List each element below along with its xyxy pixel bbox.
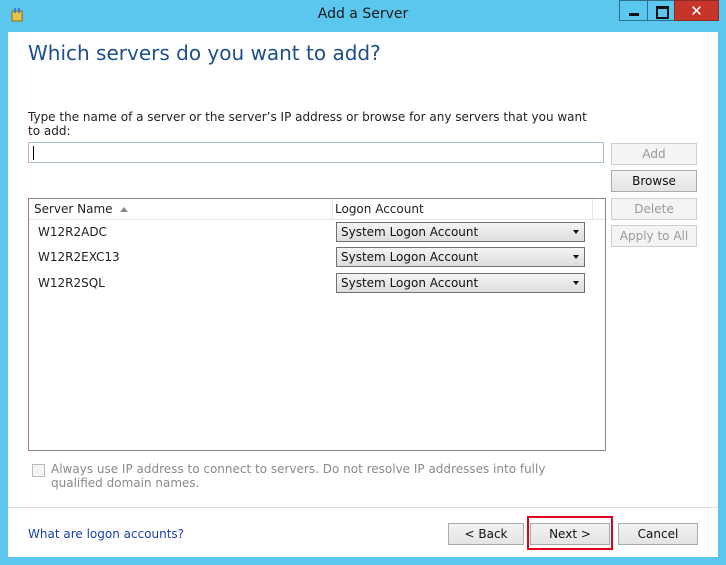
server-list[interactable]: Server Name Logon Account W12R2ADC Syste… [28, 198, 606, 451]
table-row[interactable]: W12R2EXC13 System Logon Account [29, 245, 605, 270]
logon-account-dropdown[interactable]: System Logon Account [336, 247, 585, 267]
maximize-icon [656, 6, 669, 19]
window-title: Add a Server [317, 6, 409, 22]
sort-ascending-icon [120, 207, 128, 212]
logon-accounts-help-link[interactable]: What are logon accounts? [28, 527, 184, 541]
server-name-cell: W12R2ADC [38, 225, 107, 239]
dropdown-value: System Logon Account [341, 250, 479, 264]
add-button[interactable]: Add [611, 143, 697, 165]
maximize-button[interactable] [647, 0, 674, 21]
logon-account-dropdown[interactable]: System Logon Account [336, 222, 585, 242]
table-row[interactable]: W12R2ADC System Logon Account [29, 220, 605, 245]
close-button[interactable]: ✕ [674, 0, 719, 21]
footer-divider [8, 507, 718, 508]
column-header-logon-account[interactable]: Logon Account [335, 202, 424, 216]
browse-button[interactable]: Browse [611, 170, 697, 192]
chevron-down-icon [573, 230, 579, 234]
always-use-ip-checkbox[interactable] [32, 464, 45, 477]
minimize-icon [629, 13, 639, 16]
next-button-highlight [527, 516, 613, 550]
column-divider [332, 199, 333, 219]
dropdown-value: System Logon Account [341, 276, 479, 290]
text-caret [33, 146, 34, 160]
chevron-down-icon [573, 281, 579, 285]
always-use-ip-label: Always use IP address to connect to serv… [51, 462, 546, 490]
column-divider [592, 199, 593, 219]
server-name-cell: W12R2EXC13 [38, 250, 120, 264]
back-button[interactable]: < Back [448, 523, 524, 545]
page-title: Which servers do you want to add? [28, 41, 381, 65]
table-row[interactable]: W12R2SQL System Logon Account [29, 271, 605, 296]
instruction-text: Type the name of a server or the server’… [28, 110, 587, 138]
list-header: Server Name Logon Account [29, 199, 605, 220]
column-header-server-name[interactable]: Server Name [34, 202, 113, 216]
close-icon: ✕ [690, 2, 703, 20]
dropdown-value: System Logon Account [341, 225, 479, 239]
delete-button[interactable]: Delete [611, 198, 697, 220]
server-name-cell: W12R2SQL [38, 276, 105, 290]
apply-to-all-button[interactable]: Apply to All [611, 225, 697, 247]
server-name-input[interactable] [28, 142, 604, 163]
logon-account-dropdown[interactable]: System Logon Account [336, 273, 585, 293]
dialog-body: Which servers do you want to add? Type t… [8, 32, 718, 557]
chevron-down-icon [573, 255, 579, 259]
minimize-button[interactable] [619, 0, 647, 21]
title-bar[interactable]: Add a Server ✕ [0, 0, 726, 32]
cancel-button[interactable]: Cancel [618, 523, 698, 545]
